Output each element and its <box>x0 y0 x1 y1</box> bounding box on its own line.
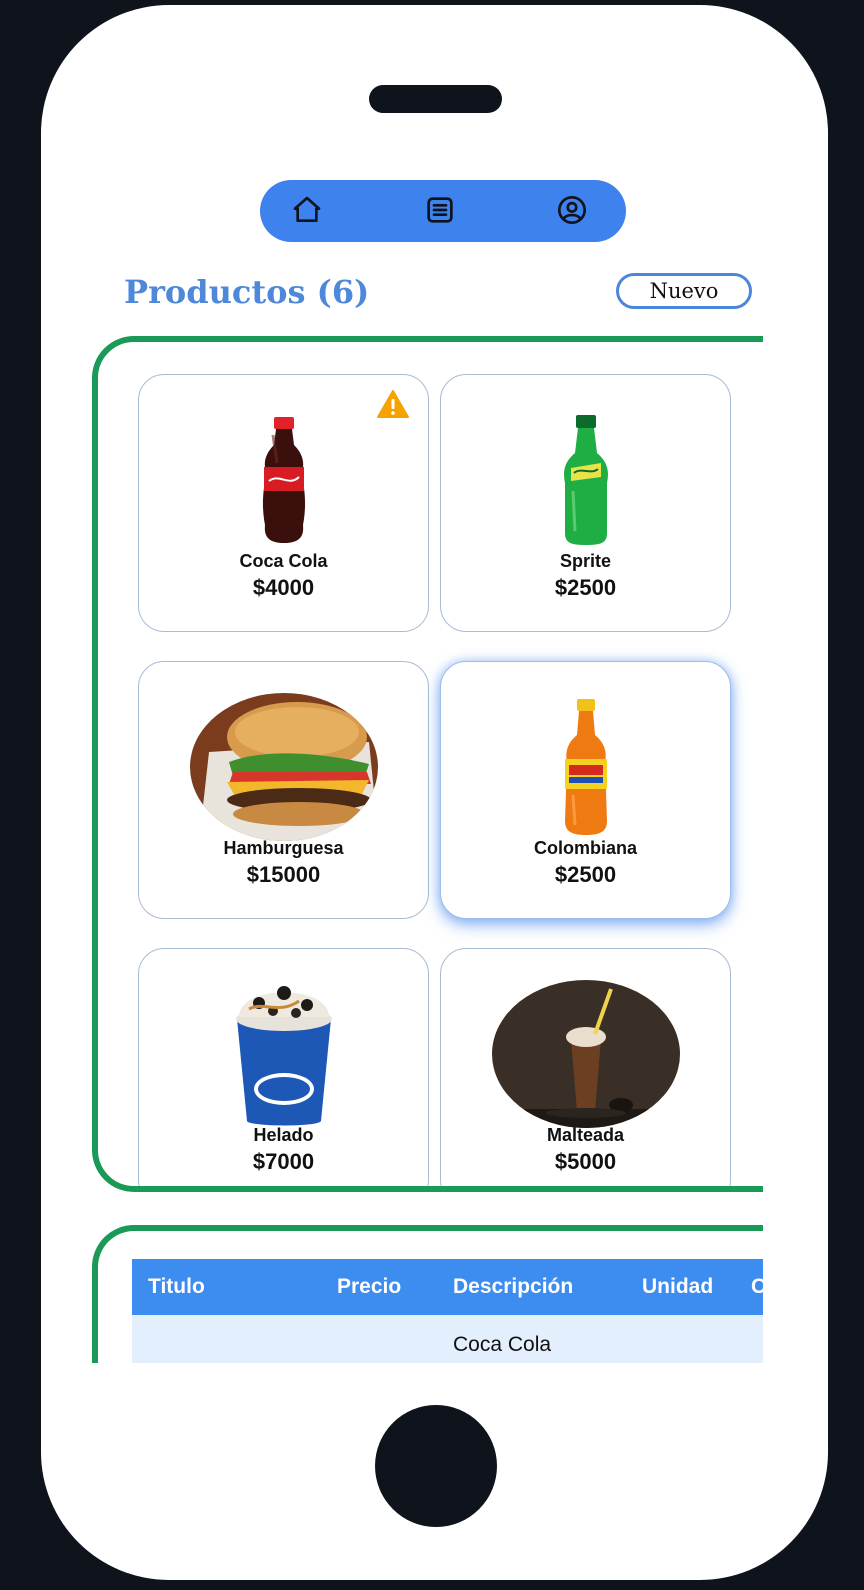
list-icon[interactable] <box>420 190 460 230</box>
column-header-truncated[interactable]: C <box>751 1275 763 1299</box>
product-price: $2500 <box>554 862 617 887</box>
product-price: $4000 <box>252 575 315 600</box>
table-row[interactable]: Coca Cola <box>132 1315 763 1363</box>
product-name: Helado <box>253 1125 314 1145</box>
column-header-unidad[interactable]: Unidad <box>642 1275 713 1299</box>
phone-home-button <box>375 1405 497 1527</box>
milkshake-image <box>491 979 681 1129</box>
products-grid-panel: Coca Cola $4000 Sprite $2500 Hamburguesa… <box>92 336 763 1192</box>
product-card-malteada[interactable]: Malteada $5000 <box>440 948 731 1186</box>
warning-icon <box>377 390 409 418</box>
product-name: Hamburguesa <box>223 838 344 858</box>
product-price: $5000 <box>554 1149 617 1174</box>
product-name: Colombiana <box>533 838 637 858</box>
home-icon[interactable] <box>287 190 327 230</box>
product-name: Sprite <box>559 551 611 571</box>
coca-cola-bottle-image <box>189 405 379 555</box>
screen-content: Productos (6) Nuevo Coca Cola $4000 Spri… <box>41 5 763 1363</box>
products-table-panel: Titulo Precio Descripción Unidad C Coca … <box>92 1225 763 1363</box>
oreo-ice-cream-image <box>189 979 379 1129</box>
page-title: Productos (6) <box>124 273 370 311</box>
product-card-hamburguesa[interactable]: Hamburguesa $15000 <box>138 661 429 919</box>
new-product-button[interactable]: Nuevo <box>616 273 752 309</box>
product-name: Malteada <box>546 1125 625 1145</box>
product-card-coca-cola[interactable]: Coca Cola $4000 <box>138 374 429 632</box>
column-header-titulo[interactable]: Titulo <box>148 1275 205 1299</box>
sprite-bottle-image <box>491 405 681 555</box>
table-header-row: Titulo Precio Descripción Unidad C <box>132 1259 763 1315</box>
product-card-helado[interactable]: Helado $7000 <box>138 948 429 1186</box>
column-header-precio[interactable]: Precio <box>337 1275 401 1299</box>
user-circle-icon[interactable] <box>552 190 592 230</box>
column-header-descripcion[interactable]: Descripción <box>453 1275 573 1299</box>
product-price: $15000 <box>246 862 321 887</box>
product-card-colombiana[interactable]: Colombiana $2500 <box>440 661 731 919</box>
top-navigation-bar <box>260 180 626 242</box>
hamburger-image <box>189 692 379 842</box>
cell-descripcion: Coca Cola <box>453 1333 552 1356</box>
product-price: $2500 <box>554 575 617 600</box>
product-name: Coca Cola <box>239 551 328 571</box>
product-card-sprite[interactable]: Sprite $2500 <box>440 374 731 632</box>
colombiana-bottle-image <box>491 692 681 842</box>
product-price: $7000 <box>252 1149 315 1174</box>
phone-frame: Productos (6) Nuevo Coca Cola $4000 Spri… <box>41 5 828 1580</box>
